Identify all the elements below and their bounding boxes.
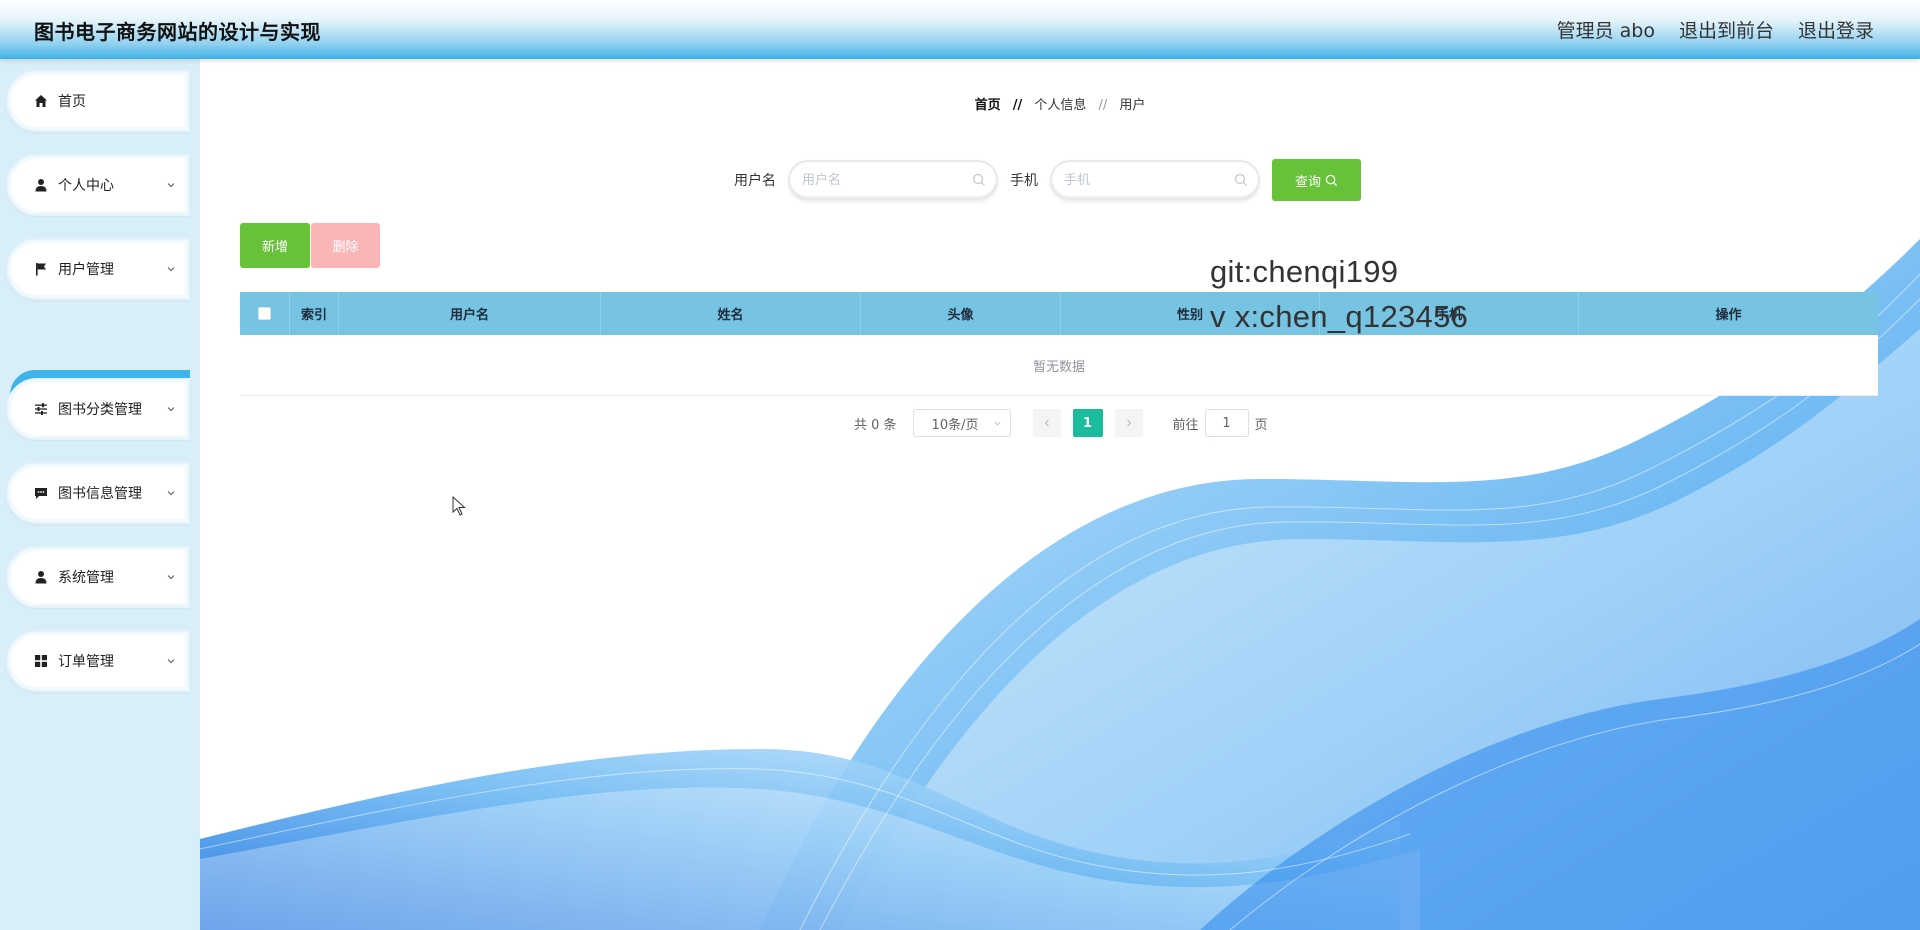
admin-user-label[interactable]: 管理员 abo bbox=[1557, 16, 1655, 43]
username-input[interactable] bbox=[790, 162, 996, 198]
sidebar-item-label: 首页 bbox=[58, 94, 86, 110]
column-header: 头像 bbox=[861, 292, 1061, 335]
sidebar-item-system[interactable]: 系统管理 bbox=[6, 546, 190, 608]
sidebar-item-label: 系统管理 bbox=[58, 570, 114, 586]
select-all-checkbox[interactable] bbox=[258, 307, 271, 320]
page-number-current[interactable]: 1 bbox=[1072, 409, 1103, 437]
home-icon bbox=[34, 94, 48, 108]
column-header: 用户名 bbox=[339, 292, 601, 335]
sidebar-item-book-info[interactable]: 图书信息管理 bbox=[6, 462, 190, 524]
sidebar: 首页 个人中心 用户管理 用户 图书分类管理 图书信息管理 系统管理 bbox=[0, 59, 200, 930]
query-button[interactable]: 查询 bbox=[1272, 159, 1361, 201]
chevron-down-icon bbox=[993, 421, 1001, 426]
chat-icon bbox=[34, 486, 48, 500]
column-header: 索引 bbox=[290, 292, 339, 335]
chevron-left-icon bbox=[1044, 419, 1049, 427]
column-header: 姓名 bbox=[601, 292, 861, 335]
sidebar-item-label: 订单管理 bbox=[58, 654, 114, 670]
prev-page-button[interactable] bbox=[1032, 409, 1061, 437]
select-all-cell bbox=[240, 292, 290, 335]
next-page-button[interactable] bbox=[1114, 409, 1143, 437]
page-size-value: 10条/页 bbox=[931, 417, 979, 433]
top-header: 图书电子商务网站的设计与实现 管理员 abo 退出到前台 退出登录 bbox=[0, 0, 1920, 59]
breadcrumb-personal-info: 个人信息 bbox=[1034, 98, 1087, 113]
goto-suffix: 页 bbox=[1254, 417, 1268, 433]
empty-table-message: 暂无数据 bbox=[240, 335, 1878, 396]
chevron-down-icon bbox=[167, 407, 175, 412]
users-table: 索引 用户名 姓名 头像 性别 手机 操作 暂无数据 bbox=[240, 292, 1878, 396]
sidebar-item-book-category[interactable]: 图书分类管理 bbox=[6, 378, 190, 440]
sidebar-item-label: 个人中心 bbox=[58, 178, 114, 194]
breadcrumb-separator: // bbox=[1098, 98, 1108, 113]
user-icon bbox=[34, 178, 48, 192]
chevron-right-icon bbox=[1126, 419, 1131, 427]
sidebar-item-label: 图书分类管理 bbox=[58, 402, 142, 418]
exit-to-front-link[interactable]: 退出到前台 bbox=[1679, 16, 1774, 43]
search-icon bbox=[972, 173, 985, 186]
search-bar: 用户名 手机 查询 bbox=[734, 159, 1361, 201]
breadcrumb: 首页 // 个人信息 // 用户 bbox=[200, 94, 1920, 113]
username-search-field[interactable] bbox=[788, 160, 998, 200]
chevron-down-icon bbox=[167, 575, 175, 580]
pagination-total: 共 0 条 bbox=[854, 417, 897, 433]
flag-icon bbox=[34, 262, 48, 276]
sidebar-item-orders[interactable]: 订单管理 bbox=[6, 630, 190, 692]
sidebar-item-personal-center[interactable]: 个人中心 bbox=[6, 154, 190, 216]
phone-search-field[interactable] bbox=[1050, 160, 1260, 200]
phone-input[interactable] bbox=[1052, 162, 1258, 198]
pagination: 共 0 条 10条/页 1 前往 页 bbox=[854, 409, 1268, 437]
page-size-select[interactable]: 10条/页 bbox=[912, 409, 1011, 437]
query-button-label: 查询 bbox=[1294, 174, 1321, 190]
sidebar-item-label: 图书信息管理 bbox=[58, 486, 142, 502]
search-icon bbox=[1234, 173, 1247, 186]
watermark-git: git:chenqi199 bbox=[1210, 254, 1399, 289]
breadcrumb-home[interactable]: 首页 bbox=[975, 98, 1001, 113]
goto-page-input[interactable] bbox=[1204, 409, 1249, 437]
mouse-cursor-icon bbox=[452, 496, 466, 516]
goto-page: 前往 页 bbox=[1173, 409, 1268, 437]
chevron-down-icon bbox=[167, 659, 175, 664]
table-header: 索引 用户名 姓名 头像 性别 手机 操作 bbox=[240, 292, 1878, 335]
logout-link[interactable]: 退出登录 bbox=[1798, 16, 1874, 43]
add-button[interactable]: 新增 bbox=[240, 223, 310, 268]
chevron-down-icon bbox=[167, 183, 175, 188]
sidebar-item-home[interactable]: 首页 bbox=[6, 70, 190, 132]
chevron-down-icon bbox=[167, 267, 175, 272]
phone-label: 手机 bbox=[1010, 173, 1038, 189]
breadcrumb-current: 用户 bbox=[1119, 98, 1146, 113]
delete-button[interactable]: 删除 bbox=[311, 223, 380, 268]
sidebar-item-label: 用户管理 bbox=[58, 262, 114, 278]
grid-icon bbox=[34, 654, 48, 668]
main-content: 首页 // 个人信息 // 用户 用户名 手机 查询 新增 删除 索引 用户名 bbox=[200, 59, 1920, 930]
username-label: 用户名 bbox=[734, 173, 776, 189]
watermark-contact: v x:chen_q123456 bbox=[1210, 299, 1469, 334]
column-header: 操作 bbox=[1715, 308, 1742, 323]
goto-label: 前往 bbox=[1172, 417, 1199, 433]
breadcrumb-separator: // bbox=[1012, 98, 1023, 113]
sidebar-item-user-management[interactable]: 用户管理 bbox=[6, 238, 190, 300]
sliders-icon bbox=[34, 402, 48, 416]
site-title: 图书电子商务网站的设计与实现 bbox=[34, 20, 321, 44]
user-icon bbox=[34, 570, 48, 584]
chevron-down-icon bbox=[167, 491, 175, 496]
header-actions: 管理员 abo 退出到前台 退出登录 bbox=[1557, 16, 1874, 43]
search-icon bbox=[1325, 174, 1338, 186]
